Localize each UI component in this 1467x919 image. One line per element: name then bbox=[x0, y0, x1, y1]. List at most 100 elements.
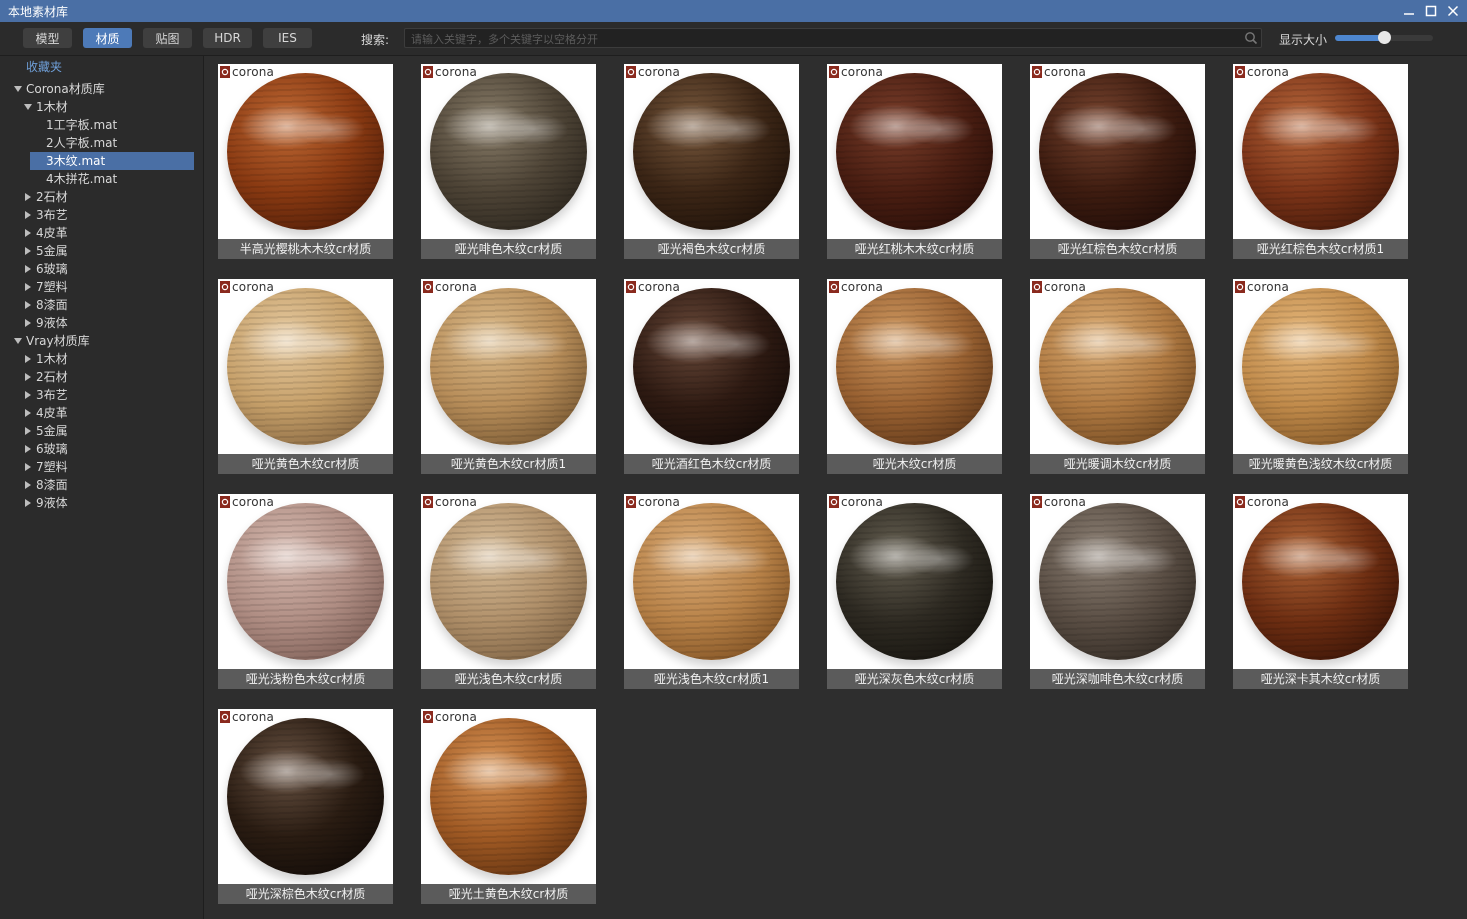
material-name: 哑光暖调木纹cr材质 bbox=[1030, 454, 1205, 474]
tab-model[interactable]: 模型 bbox=[23, 28, 72, 48]
material-card[interactable]: corona 哑光黄色木纹cr材质 bbox=[218, 279, 393, 474]
expanded-arrow-icon[interactable] bbox=[24, 103, 32, 111]
material-card[interactable]: corona 哑光啡色木纹cr材质 bbox=[421, 64, 596, 259]
tree-category[interactable]: 3布艺 bbox=[22, 386, 202, 404]
material-card[interactable]: corona 哑光红桃木木纹cr材质 bbox=[827, 64, 1002, 259]
material-card[interactable]: corona 哑光深棕色木纹cr材质 bbox=[218, 709, 393, 904]
tab-hdr[interactable]: HDR bbox=[203, 28, 252, 48]
tab-ies[interactable]: IES bbox=[263, 28, 312, 48]
tree-favorites[interactable]: 收藏夹 bbox=[26, 58, 62, 76]
material-card[interactable]: corona 哑光黄色木纹cr材质1 bbox=[421, 279, 596, 474]
renderer-badge-label: corona bbox=[1247, 280, 1290, 294]
tree-category[interactable]: 2石材 bbox=[22, 188, 202, 206]
tree-file-item[interactable]: 1工字板.mat bbox=[30, 116, 194, 134]
tree-category[interactable]: 7塑料 bbox=[22, 458, 202, 476]
tree-category[interactable]: 1木材 bbox=[22, 350, 202, 368]
tree-label: 7塑料 bbox=[36, 280, 68, 294]
material-card[interactable]: corona 哑光酒红色木纹cr材质 bbox=[624, 279, 799, 474]
collapsed-arrow-icon[interactable] bbox=[24, 481, 32, 489]
tree-category[interactable]: 9液体 bbox=[22, 314, 202, 332]
close-button[interactable] bbox=[1445, 3, 1461, 19]
tree-category[interactable]: 6玻璃 bbox=[22, 440, 202, 458]
search-label: 搜索: bbox=[361, 33, 390, 47]
collapsed-arrow-icon[interactable] bbox=[24, 283, 32, 291]
tree-category[interactable]: 4皮革 bbox=[22, 404, 202, 422]
collapsed-arrow-icon[interactable] bbox=[24, 463, 32, 471]
minimize-button[interactable] bbox=[1401, 3, 1417, 19]
material-card[interactable]: corona 哑光深卡其木纹cr材质 bbox=[1233, 494, 1408, 689]
collapsed-arrow-icon[interactable] bbox=[24, 319, 32, 327]
tab-material[interactable]: 材质 bbox=[83, 28, 132, 48]
renderer-badge: corona bbox=[626, 66, 680, 78]
material-sphere-preview bbox=[633, 503, 790, 660]
tree-corona-root[interactable]: Corona材质库 bbox=[12, 80, 202, 98]
display-size-label: 显示大小 bbox=[1279, 33, 1328, 47]
tree-file-item[interactable]: 4木拼花.mat bbox=[30, 170, 194, 188]
material-card[interactable]: corona 哑光深灰色木纹cr材质 bbox=[827, 494, 1002, 689]
corona-logo-icon bbox=[1032, 281, 1042, 293]
renderer-badge-label: corona bbox=[841, 495, 884, 509]
material-card[interactable]: corona 哑光褐色木纹cr材质 bbox=[624, 64, 799, 259]
slider-handle[interactable] bbox=[1377, 31, 1391, 44]
maximize-button[interactable] bbox=[1423, 3, 1439, 19]
tab-texture[interactable]: 贴图 bbox=[143, 28, 192, 48]
tree-category[interactable]: 9液体 bbox=[22, 494, 202, 512]
search-input[interactable] bbox=[409, 29, 1243, 49]
expanded-arrow-icon[interactable] bbox=[14, 85, 22, 93]
tree-file-item[interactable]: 2人字板.mat bbox=[30, 134, 194, 152]
tree-label: 4木拼花.mat bbox=[46, 172, 118, 186]
tree-category[interactable]: 3布艺 bbox=[22, 206, 202, 224]
material-card[interactable]: corona 哑光土黄色木纹cr材质 bbox=[421, 709, 596, 904]
collapsed-arrow-icon[interactable] bbox=[24, 211, 32, 219]
collapsed-arrow-icon[interactable] bbox=[24, 301, 32, 309]
material-card[interactable]: corona 哑光红棕色木纹cr材质 bbox=[1030, 64, 1205, 259]
material-card[interactable]: corona 哑光深咖啡色木纹cr材质 bbox=[1030, 494, 1205, 689]
material-name: 哑光红棕色木纹cr材质 bbox=[1030, 239, 1205, 259]
material-card[interactable]: corona 哑光浅色木纹cr材质1 bbox=[624, 494, 799, 689]
tree-category[interactable]: 6玻璃 bbox=[22, 260, 202, 278]
renderer-badge: corona bbox=[220, 711, 274, 723]
tree-corona-wood[interactable]: 1木材 bbox=[22, 98, 202, 116]
sidebar-tree: 收藏夹 Corona材质库 1木材 1工字板.mat 2人字板.mat 3木纹.… bbox=[0, 56, 204, 919]
renderer-badge: corona bbox=[220, 66, 274, 78]
collapsed-arrow-icon[interactable] bbox=[24, 499, 32, 507]
material-card[interactable]: corona 哑光红棕色木纹cr材质1 bbox=[1233, 64, 1408, 259]
material-card[interactable]: corona 哑光浅粉色木纹cr材质 bbox=[218, 494, 393, 689]
collapsed-arrow-icon[interactable] bbox=[24, 265, 32, 273]
tree-category[interactable]: 8漆面 bbox=[22, 296, 202, 314]
material-card[interactable]: corona 哑光暖调木纹cr材质 bbox=[1030, 279, 1205, 474]
collapsed-arrow-icon[interactable] bbox=[24, 409, 32, 417]
collapsed-arrow-icon[interactable] bbox=[24, 355, 32, 363]
material-thumbnail: corona bbox=[421, 494, 596, 669]
collapsed-arrow-icon[interactable] bbox=[24, 391, 32, 399]
collapsed-arrow-icon[interactable] bbox=[24, 445, 32, 453]
tree-label: 2石材 bbox=[36, 370, 68, 384]
tree-category[interactable]: 8漆面 bbox=[22, 476, 202, 494]
renderer-badge: corona bbox=[1032, 66, 1086, 78]
renderer-badge: corona bbox=[626, 281, 680, 293]
tree-label: 1工字板.mat bbox=[46, 118, 118, 132]
material-card[interactable]: corona 半高光樱桃木木纹cr材质 bbox=[218, 64, 393, 259]
tree-file-item-selected[interactable]: 3木纹.mat bbox=[30, 152, 194, 170]
material-name: 哑光褐色木纹cr材质 bbox=[624, 239, 799, 259]
display-size-slider[interactable] bbox=[1335, 31, 1433, 44]
collapsed-arrow-icon[interactable] bbox=[24, 247, 32, 255]
renderer-badge-label: corona bbox=[841, 65, 884, 79]
material-card[interactable]: corona 哑光浅色木纹cr材质 bbox=[421, 494, 596, 689]
tree-category[interactable]: 5金属 bbox=[22, 242, 202, 260]
expanded-arrow-icon[interactable] bbox=[14, 337, 22, 345]
collapsed-arrow-icon[interactable] bbox=[24, 193, 32, 201]
material-thumbnail: corona bbox=[218, 494, 393, 669]
material-card[interactable]: corona 哑光暖黄色浅纹木纹cr材质 bbox=[1233, 279, 1408, 474]
collapsed-arrow-icon[interactable] bbox=[24, 427, 32, 435]
tree-vray-root[interactable]: Vray材质库 bbox=[12, 332, 202, 350]
corona-logo-icon bbox=[423, 496, 433, 508]
tree-category[interactable]: 4皮革 bbox=[22, 224, 202, 242]
tree-category[interactable]: 5金属 bbox=[22, 422, 202, 440]
collapsed-arrow-icon[interactable] bbox=[24, 229, 32, 237]
tree-category[interactable]: 2石材 bbox=[22, 368, 202, 386]
tree-category[interactable]: 7塑料 bbox=[22, 278, 202, 296]
search-icon[interactable] bbox=[1244, 31, 1258, 45]
collapsed-arrow-icon[interactable] bbox=[24, 373, 32, 381]
material-card[interactable]: corona 哑光木纹cr材质 bbox=[827, 279, 1002, 474]
